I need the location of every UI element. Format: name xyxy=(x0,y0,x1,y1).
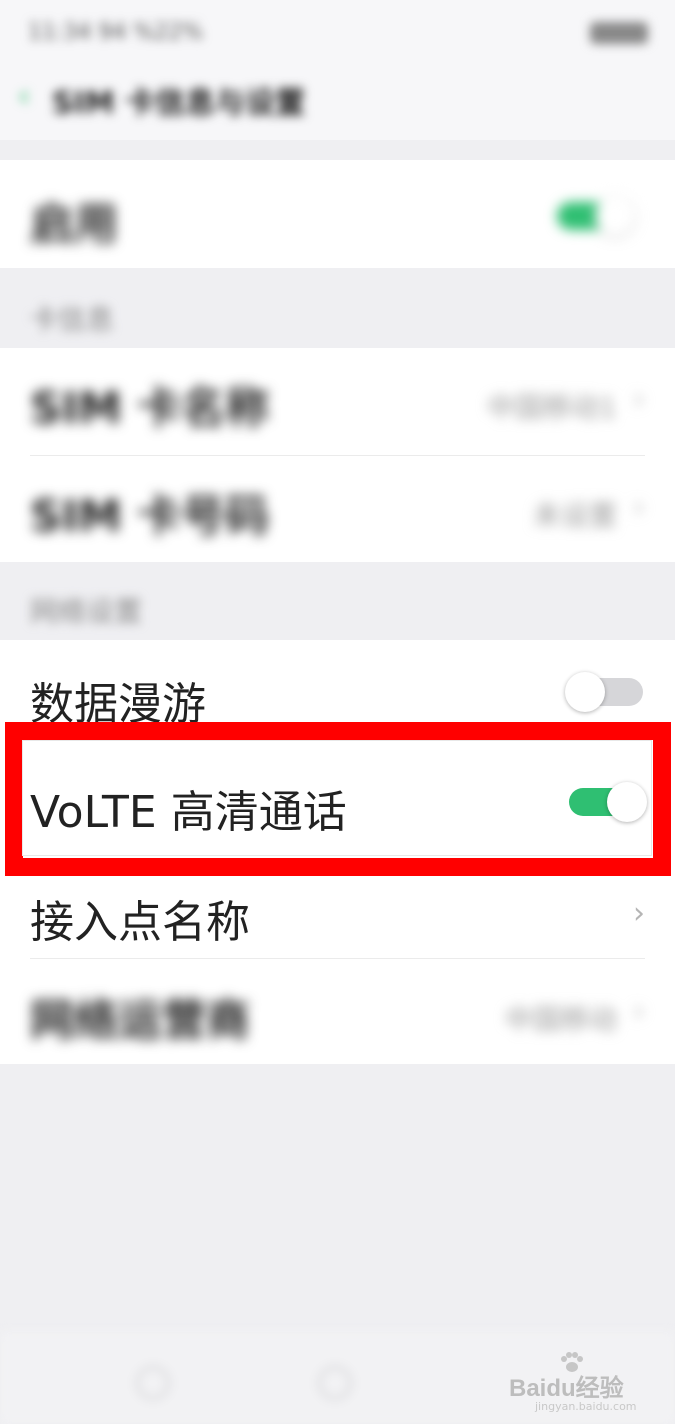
nav-back-button[interactable] xyxy=(136,1366,170,1400)
sim-number-label: SIM 卡号码 xyxy=(30,491,270,542)
watermark: Baidu经验 jingyan.baidu.com xyxy=(509,1352,639,1413)
battery-icon xyxy=(590,22,648,44)
sim-name-label: SIM 卡名称 xyxy=(30,383,270,434)
sim-number-row[interactable]: SIM 卡号码 未设置 › xyxy=(0,456,675,562)
highlight-inner-border xyxy=(22,740,652,856)
page-title: SIM 卡信息与设置 xyxy=(52,86,306,121)
chevron-right-icon: › xyxy=(633,994,645,1029)
sim-name-value: 中国移动1 xyxy=(487,391,617,424)
toggle-knob xyxy=(565,672,605,712)
operator-value: 中国移动 xyxy=(504,1003,617,1036)
top-bar: 11:34 94 %22% ‹ SIM 卡信息与设置 xyxy=(0,0,675,140)
chevron-right-icon: › xyxy=(633,896,645,931)
nav-home-button[interactable] xyxy=(318,1366,352,1400)
data-roaming-toggle[interactable] xyxy=(565,672,643,712)
apn-label: 接入点名称 xyxy=(30,897,250,948)
status-bar: 11:34 94 %22% xyxy=(28,20,648,50)
divider xyxy=(30,958,645,959)
enable-card: 启用 xyxy=(0,160,675,268)
back-arrow-icon[interactable]: ‹ xyxy=(18,82,34,112)
operator-label: 网络运营商 xyxy=(30,995,250,1046)
operator-row[interactable]: 网络运营商 中国移动 › xyxy=(0,960,675,1064)
watermark-brand: Baidu经验 xyxy=(509,1375,624,1402)
chevron-right-icon: › xyxy=(633,490,645,525)
network-section-label: 网络设置 xyxy=(30,595,143,628)
sim-name-row[interactable]: SIM 卡名称 中国移动1 › xyxy=(0,348,675,454)
status-time: 11:34 94 %22% xyxy=(28,20,204,45)
watermark-url: jingyan.baidu.com xyxy=(535,1400,637,1413)
chevron-right-icon: › xyxy=(633,382,645,417)
card-info-section-label: 卡信息 xyxy=(30,303,115,336)
toggle-knob xyxy=(595,196,635,236)
card-info-card: SIM 卡名称 中国移动1 › SIM 卡号码 未设置 › xyxy=(0,348,675,562)
sim-number-value: 未设置 xyxy=(532,499,617,532)
enable-toggle[interactable] xyxy=(557,196,635,236)
enable-label: 启用 xyxy=(30,199,118,250)
